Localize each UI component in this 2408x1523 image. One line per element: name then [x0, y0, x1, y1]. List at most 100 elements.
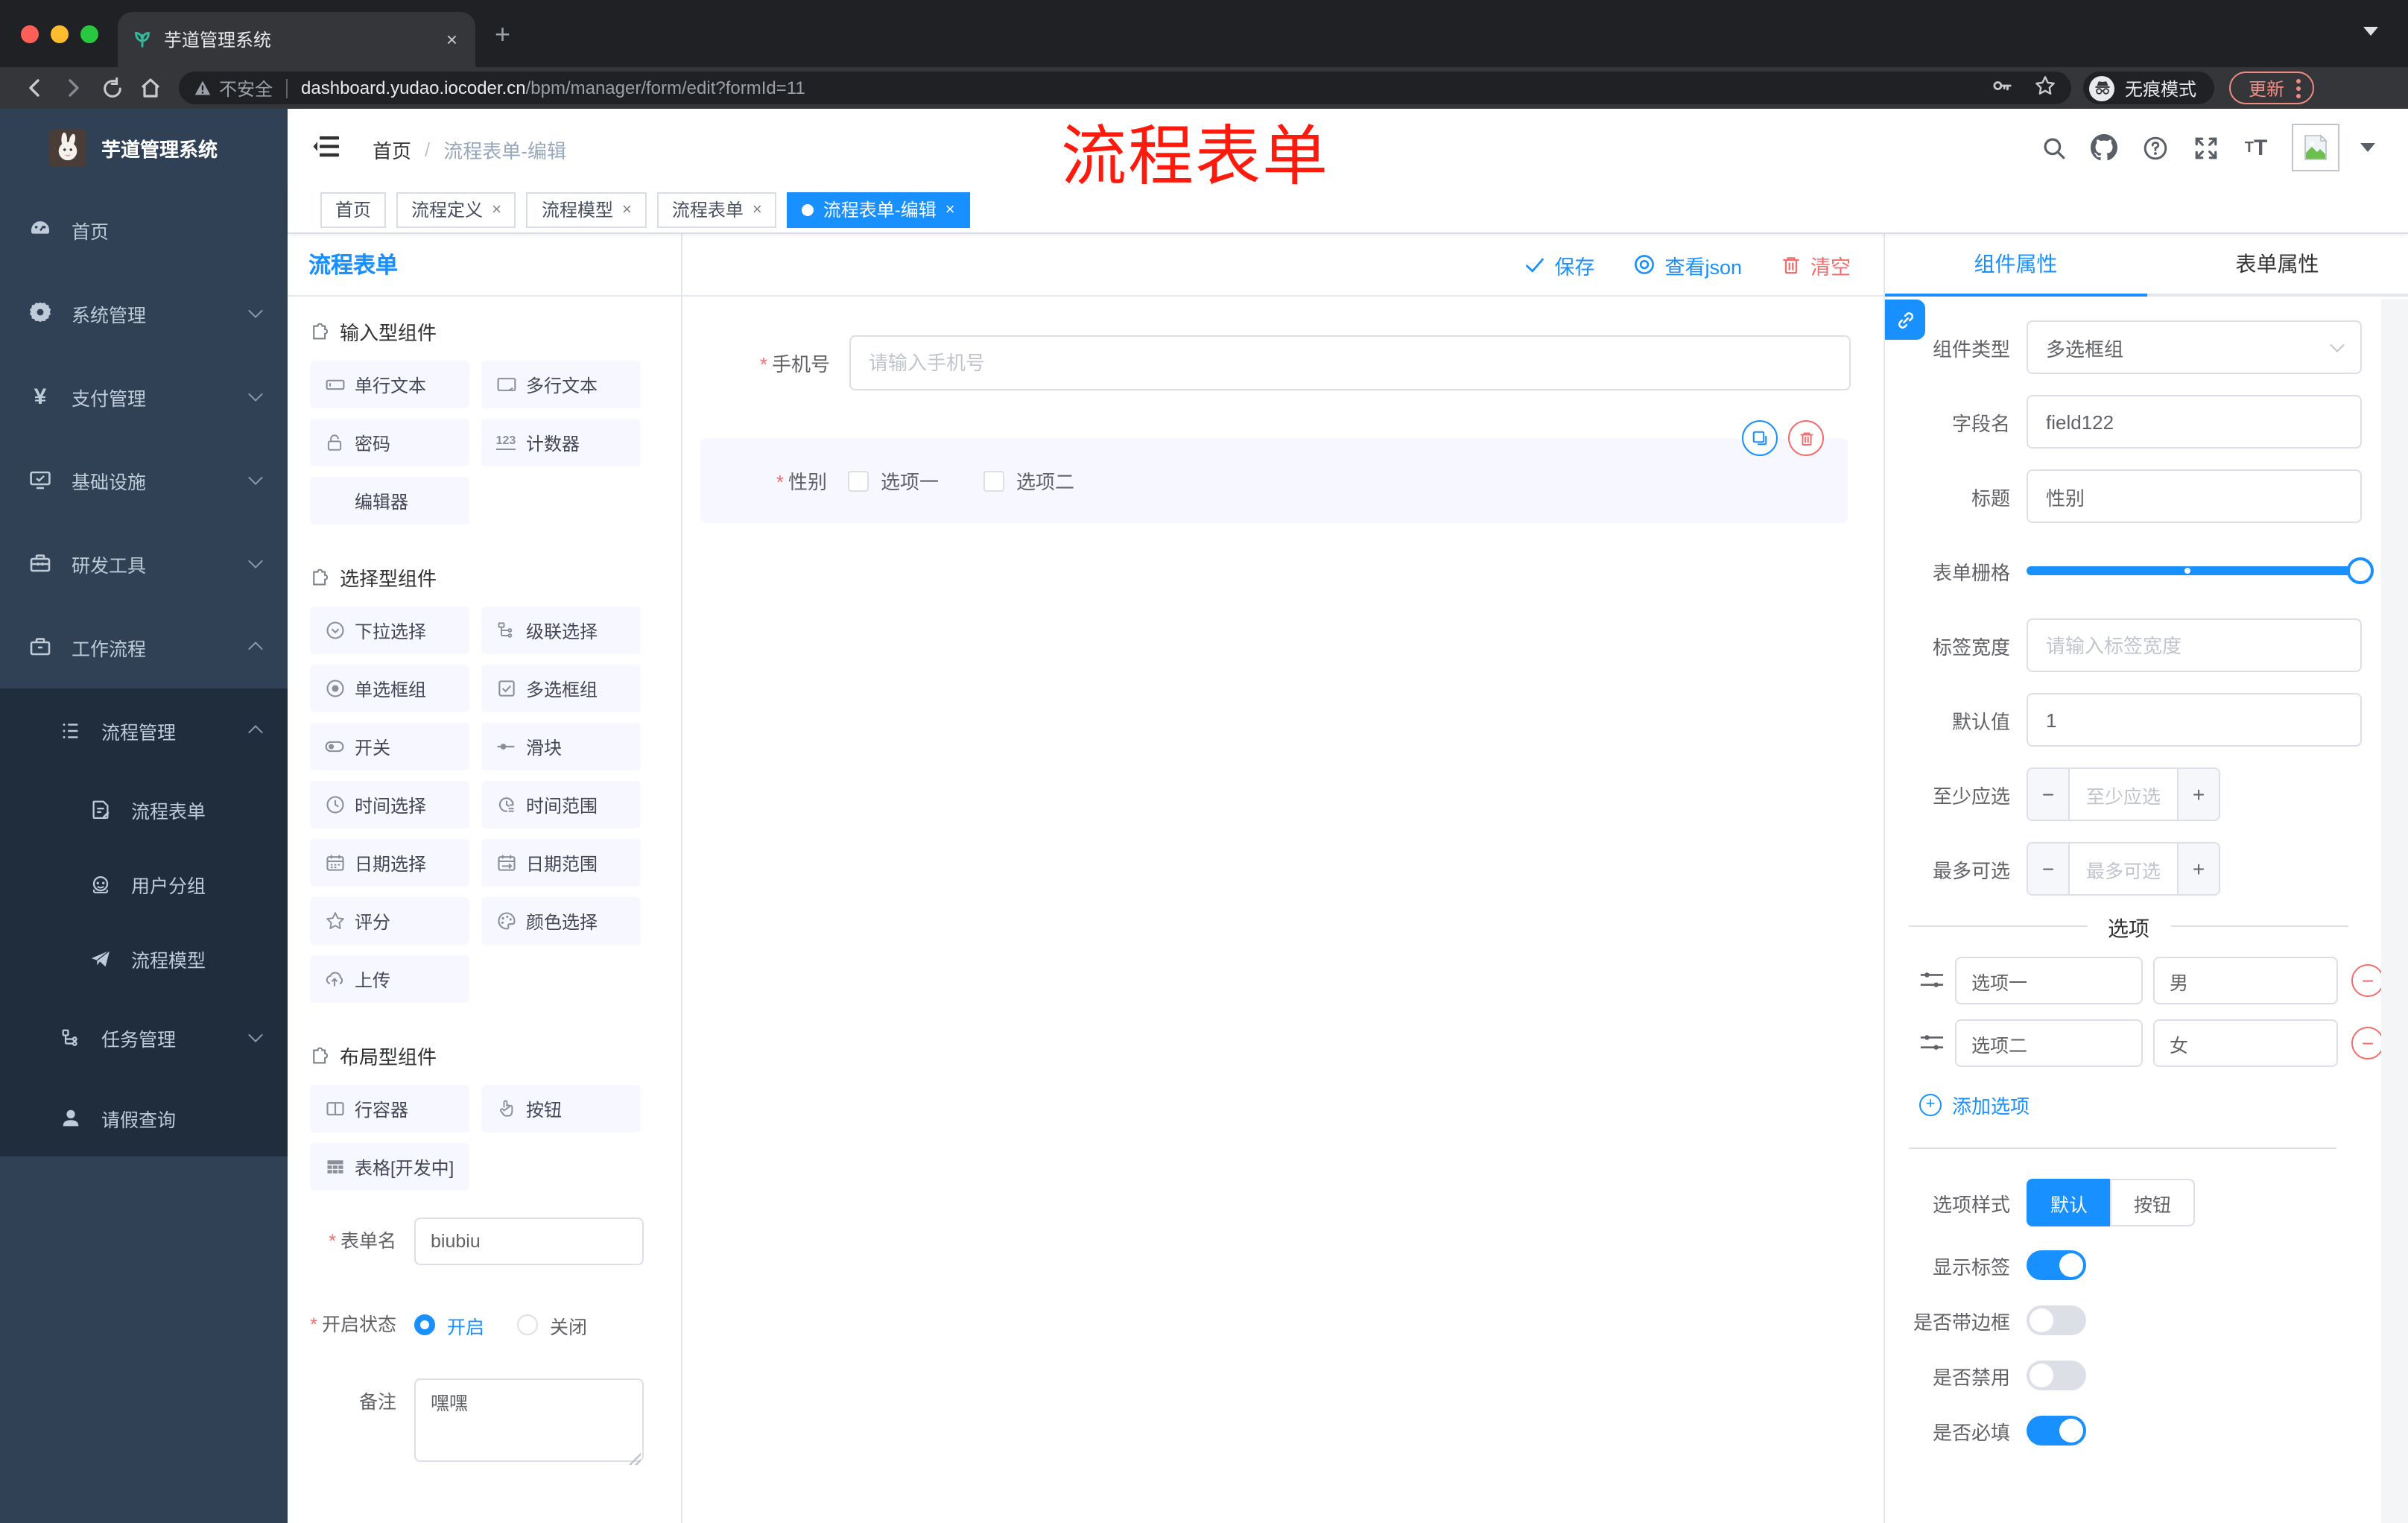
avatar-caret-icon[interactable]	[2360, 143, 2375, 152]
palette-item-editor[interactable]: 编辑器	[310, 477, 469, 525]
option-label-input[interactable]	[1955, 957, 2143, 1004]
avatar[interactable]	[2292, 124, 2339, 171]
grid-slider[interactable]	[2027, 544, 2374, 598]
field-phone[interactable]: * 手机号	[682, 335, 1866, 390]
drag-handle-icon[interactable]	[1919, 969, 1945, 992]
title-input[interactable]	[2027, 469, 2362, 523]
fullscreen-icon[interactable]	[2190, 133, 2220, 162]
search-icon[interactable]	[2038, 133, 2068, 162]
palette-item-row-container[interactable]: 行容器	[310, 1085, 469, 1133]
sidebar-item-infra[interactable]: 基础设施	[0, 438, 288, 522]
max-select-input[interactable]: 最多可选	[2070, 843, 2177, 894]
remove-option-button[interactable]: −	[2351, 964, 2384, 997]
palette-item-password[interactable]: 密码	[310, 419, 469, 466]
tag-process-form-edit[interactable]: 流程表单-编辑 ×	[787, 191, 970, 227]
hamburger-icon[interactable]	[313, 134, 340, 167]
close-icon[interactable]: ×	[492, 200, 501, 218]
sidebar-item-payment[interactable]: ¥ 支付管理	[0, 355, 288, 438]
palette-item-radio-group[interactable]: 单选框组	[310, 665, 469, 712]
sidebar-item-process-model[interactable]: 流程模型	[0, 921, 288, 995]
sidebar-item-user-group[interactable]: 用户分组	[0, 846, 288, 921]
style-default-button[interactable]: 默认	[2027, 1179, 2111, 1226]
tag-process-model[interactable]: 流程模型 ×	[526, 191, 647, 227]
min-select-input[interactable]: 至少应选	[2070, 769, 2177, 820]
font-size-icon[interactable]: TT	[2241, 133, 2271, 162]
reload-icon[interactable]	[92, 72, 131, 104]
close-icon[interactable]: ×	[752, 200, 762, 218]
sidebar-item-process-mgmt[interactable]: 流程管理	[0, 688, 288, 772]
increase-button[interactable]: +	[2177, 769, 2219, 820]
field-name-input[interactable]	[2027, 395, 2362, 449]
sidebar-item-home[interactable]: 首页	[0, 188, 288, 271]
home-icon[interactable]	[131, 72, 170, 104]
required-switch[interactable]	[2027, 1416, 2086, 1446]
border-switch[interactable]	[2027, 1305, 2086, 1335]
browser-tab[interactable]: 芋道管理系统 ×	[118, 12, 475, 67]
security-status[interactable]: 不安全	[194, 75, 273, 101]
browser-menu-icon[interactable]	[2296, 78, 2301, 98]
checkbox-icon[interactable]	[848, 470, 869, 491]
option-label-input[interactable]	[1955, 1019, 2143, 1067]
show-label-switch[interactable]	[2027, 1250, 2086, 1280]
palette-item-switch[interactable]: 开关	[310, 723, 469, 770]
decrease-button[interactable]: −	[2028, 843, 2070, 894]
style-button-button[interactable]: 按钮	[2110, 1179, 2196, 1226]
disabled-switch[interactable]	[2027, 1361, 2086, 1390]
status-radio-off[interactable]	[517, 1314, 539, 1335]
password-key-icon[interactable]	[1991, 75, 2013, 101]
tab-component-props[interactable]: 组件属性	[1885, 234, 2146, 294]
form-remark-textarea[interactable]: 嘿嘿	[414, 1378, 644, 1462]
save-button[interactable]: 保存	[1524, 250, 1594, 279]
close-icon[interactable]: ×	[622, 200, 632, 218]
browser-update-button[interactable]: 更新	[2229, 72, 2315, 104]
palette-item-date[interactable]: 日期选择	[310, 839, 469, 887]
bookmark-star-icon[interactable]	[2034, 75, 2056, 101]
add-option-button[interactable]: + 添加选项	[1919, 1088, 2378, 1121]
palette-item-single-text[interactable]: 单行文本	[310, 361, 469, 408]
palette-item-counter[interactable]: 123 计数器	[481, 419, 641, 466]
remove-option-button[interactable]: −	[2351, 1027, 2384, 1060]
gender-checkbox-2[interactable]: 选项二	[983, 466, 1074, 495]
palette-item-slider[interactable]: 滑块	[481, 723, 641, 770]
sidebar-item-system[interactable]: 系统管理	[0, 271, 288, 355]
palette-item-time[interactable]: 时间选择	[310, 781, 469, 829]
palette-item-button[interactable]: 按钮	[481, 1085, 641, 1133]
palette-item-rate[interactable]: 评分	[310, 897, 469, 945]
close-icon[interactable]: ×	[945, 200, 955, 218]
window-minimize-button[interactable]	[51, 25, 69, 43]
tag-process-form[interactable]: 流程表单 ×	[656, 191, 777, 227]
palette-item-checkbox-group[interactable]: 多选框组	[481, 665, 641, 712]
increase-button[interactable]: +	[2177, 843, 2219, 894]
tab-form-props[interactable]: 表单属性	[2146, 234, 2408, 294]
option-value-input[interactable]	[2153, 957, 2338, 1004]
option-value-input[interactable]	[2153, 1019, 2338, 1067]
status-radio-on[interactable]	[414, 1314, 435, 1335]
help-icon[interactable]	[2140, 133, 2170, 162]
breadcrumb-home[interactable]: 首页	[373, 136, 411, 164]
address-bar[interactable]: 不安全 dashboard.yudao.iocoder.cn/bpm/manag…	[179, 72, 2071, 104]
drag-handle-icon[interactable]	[1919, 1031, 1945, 1055]
sidebar-item-leave-query[interactable]: 请假查询	[0, 1079, 288, 1156]
tag-process-definition[interactable]: 流程定义 ×	[396, 191, 516, 227]
palette-item-color[interactable]: 颜色选择	[481, 897, 641, 945]
forward-icon[interactable]	[54, 72, 92, 104]
slider-handle[interactable]	[2347, 557, 2374, 584]
delete-field-button[interactable]	[1788, 420, 1824, 456]
window-zoom-button[interactable]	[80, 25, 98, 43]
canvas-body[interactable]: *手机号 *性别 选项一 选项二	[682, 297, 1883, 1523]
form-name-input[interactable]	[414, 1218, 644, 1265]
view-json-button[interactable]: 查看json	[1633, 250, 1742, 279]
duplicate-field-button[interactable]	[1742, 420, 1778, 456]
phone-input[interactable]	[849, 335, 1851, 390]
sidebar-item-process-form[interactable]: 流程表单	[0, 772, 288, 846]
sidebar-logo[interactable]: 芋道管理系统	[0, 109, 288, 186]
field-gender-selected[interactable]: * 性别 选项一 选项二	[700, 420, 1848, 523]
decrease-button[interactable]: −	[2028, 769, 2070, 820]
sidebar-item-devtools[interactable]: 研发工具	[0, 522, 288, 605]
new-tab-button[interactable]: +	[495, 21, 510, 48]
palette-item-time-range[interactable]: 时间范围	[481, 781, 641, 829]
palette-item-select[interactable]: 下拉选择	[310, 607, 469, 654]
clear-button[interactable]: 清空	[1781, 250, 1851, 279]
sidebar-item-task-mgmt[interactable]: 任务管理	[0, 995, 288, 1079]
palette-item-multi-text[interactable]: 多行文本	[481, 361, 641, 408]
